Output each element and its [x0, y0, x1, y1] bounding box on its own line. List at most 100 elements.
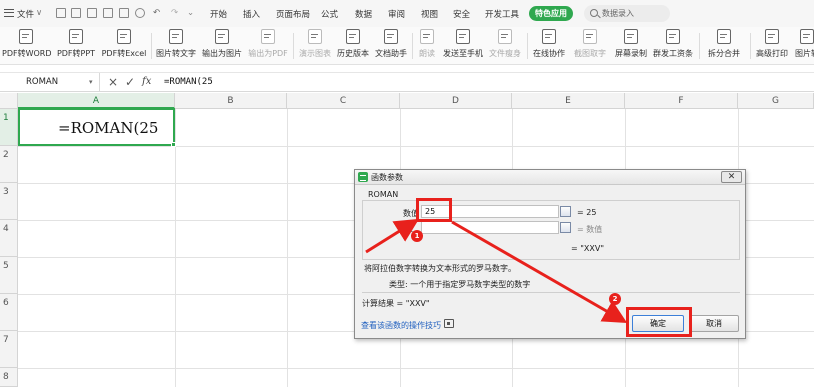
annotation-marker-1: 1	[411, 230, 423, 242]
row-header-8[interactable]: 8	[0, 368, 18, 387]
grid-line	[18, 146, 814, 147]
function-help-link[interactable]: 查看该函数的操作技巧	[361, 320, 441, 331]
ribbon-toolbar: PDF转WORD PDF转PPT PDF转Excel 图片转文字 输出为图片 输…	[0, 27, 814, 65]
cell-a1-value: =ROMAN(25	[58, 119, 159, 137]
row-header-1[interactable]: 1	[0, 109, 18, 146]
online-collab-button[interactable]: 在线协作	[531, 29, 567, 63]
column-header-e[interactable]: E	[512, 93, 625, 109]
column-header-a[interactable]: A	[18, 93, 175, 109]
screen-record-icon	[624, 29, 638, 44]
formula-bar: ROMAN ▾ × ✓ fx =ROMAN(25	[0, 72, 814, 92]
save-icon[interactable]	[87, 8, 97, 18]
doc-assistant-button[interactable]: 文档助手	[373, 29, 409, 63]
payslip-button[interactable]: 群发工资条	[651, 29, 695, 63]
split-merge-button[interactable]: 拆分合并	[703, 29, 745, 63]
tab-special-apps[interactable]: 特色应用	[529, 6, 573, 21]
name-box[interactable]: ROMAN ▾	[0, 73, 100, 92]
column-header-d[interactable]: D	[400, 93, 512, 109]
send-to-phone-button[interactable]: 发送至手机	[441, 29, 485, 63]
annotation-highlight-ok	[626, 307, 692, 337]
screenshot-ocr-button[interactable]: 截图取字	[570, 29, 610, 63]
column-header-c[interactable]: C	[287, 93, 400, 109]
chevron-down-icon[interactable]: ▾	[89, 78, 93, 86]
column-header-f[interactable]: F	[625, 93, 738, 109]
dialog-divider	[362, 292, 740, 293]
video-tip-icon[interactable]	[444, 319, 454, 328]
undo-icon[interactable]: ↶	[153, 8, 160, 18]
tab-insert[interactable]: 插入	[243, 8, 260, 20]
export-pdf-button[interactable]: 输出为PDF	[247, 29, 289, 63]
chart-demo-icon	[308, 29, 322, 44]
tab-data[interactable]: 数据	[355, 8, 372, 20]
tab-page-layout[interactable]: 页面布局	[276, 8, 310, 20]
row-header-2[interactable]: 2	[0, 146, 18, 183]
column-header-g[interactable]: G	[738, 93, 814, 109]
formula-input[interactable]: =ROMAN(25	[164, 77, 213, 87]
pdf-to-excel-button[interactable]: PDF转Excel	[101, 29, 147, 63]
insert-function-icon[interactable]: fx	[142, 76, 151, 87]
cancel-edit-icon[interactable]: ×	[108, 75, 118, 89]
new-doc-icon[interactable]	[56, 8, 66, 18]
tab-home[interactable]: 开始	[210, 8, 227, 20]
menu-file[interactable]: 文件	[17, 8, 34, 20]
pdf-to-ppt-button[interactable]: PDF转PPT	[55, 29, 97, 63]
doc-assistant-icon	[384, 29, 398, 44]
select-all-corner[interactable]	[0, 93, 18, 109]
row-header-3[interactable]: 3	[0, 183, 18, 220]
tab-formulas[interactable]: 公式	[321, 8, 338, 20]
search-placeholder: 数据录入	[602, 9, 634, 18]
close-button[interactable]: ✕	[721, 171, 742, 183]
print-icon[interactable]	[119, 8, 129, 18]
pdf-to-word-icon	[19, 29, 33, 44]
read-aloud-button[interactable]: 朗读	[416, 29, 438, 63]
spreadsheet-app-icon	[358, 172, 368, 182]
pdf-to-excel-icon	[117, 29, 131, 44]
function-description: 将阿拉伯数字转换为文本形式的罗马数字。	[364, 264, 516, 273]
image-convert-button[interactable]: 图片转	[792, 29, 814, 63]
range-select-icon[interactable]	[560, 206, 571, 217]
pdf-to-word-button[interactable]: PDF转WORD	[2, 29, 52, 63]
open-folder-icon[interactable]	[71, 8, 81, 18]
confirm-edit-icon[interactable]: ✓	[125, 75, 135, 89]
search-input[interactable]: 数据录入	[584, 5, 670, 22]
ribbon-divider	[293, 33, 294, 59]
send-to-phone-icon	[456, 29, 470, 44]
cancel-button[interactable]: 取消	[689, 315, 739, 332]
chart-demo-button[interactable]: 演示图表	[297, 29, 333, 63]
dialog-title: 函数参数	[371, 173, 403, 182]
ribbon-divider	[412, 33, 413, 59]
number-arg-result: = 25	[577, 208, 597, 217]
file-slim-button[interactable]: 文件瘦身	[487, 29, 523, 63]
form-arg-input[interactable]	[421, 221, 559, 234]
column-header-b[interactable]: B	[175, 93, 287, 109]
row-header-4[interactable]: 4	[0, 220, 18, 257]
chevron-down-icon[interactable]: ∨	[36, 8, 42, 18]
hamburger-menu-icon[interactable]	[4, 9, 14, 17]
history-button[interactable]: 历史版本	[335, 29, 371, 63]
print-preview-icon[interactable]	[135, 8, 145, 18]
cell-a1[interactable]: =ROMAN(25	[18, 108, 176, 147]
tab-developer[interactable]: 开发工具	[485, 8, 519, 20]
advanced-print-button[interactable]: 高级打印	[754, 29, 790, 63]
export-image-button[interactable]: 输出为图片	[200, 29, 244, 63]
redo-icon[interactable]: ↷	[171, 8, 178, 18]
fill-handle[interactable]	[171, 142, 176, 147]
row-header-7[interactable]: 7	[0, 331, 18, 368]
form-arg-result: = 数值	[577, 225, 603, 234]
ribbon-divider	[151, 33, 152, 59]
image-to-text-button[interactable]: 图片转文字	[155, 29, 197, 63]
dialog-titlebar[interactable]: 函数参数 ✕	[355, 170, 745, 185]
row-header-5[interactable]: 5	[0, 257, 18, 294]
payslip-icon	[666, 29, 680, 44]
export-pdf-quick-icon[interactable]	[103, 8, 113, 18]
customize-quick-icon[interactable]: ⌄	[187, 8, 194, 18]
tab-security[interactable]: 安全	[453, 8, 470, 20]
history-icon	[346, 29, 360, 44]
grid-line	[18, 368, 814, 369]
row-header-6[interactable]: 6	[0, 294, 18, 331]
range-select-icon[interactable]	[560, 222, 571, 233]
tab-review[interactable]: 审阅	[388, 8, 405, 20]
screen-record-button[interactable]: 屏幕录制	[613, 29, 649, 63]
export-pdf-icon	[261, 29, 275, 44]
tab-view[interactable]: 视图	[421, 8, 438, 20]
